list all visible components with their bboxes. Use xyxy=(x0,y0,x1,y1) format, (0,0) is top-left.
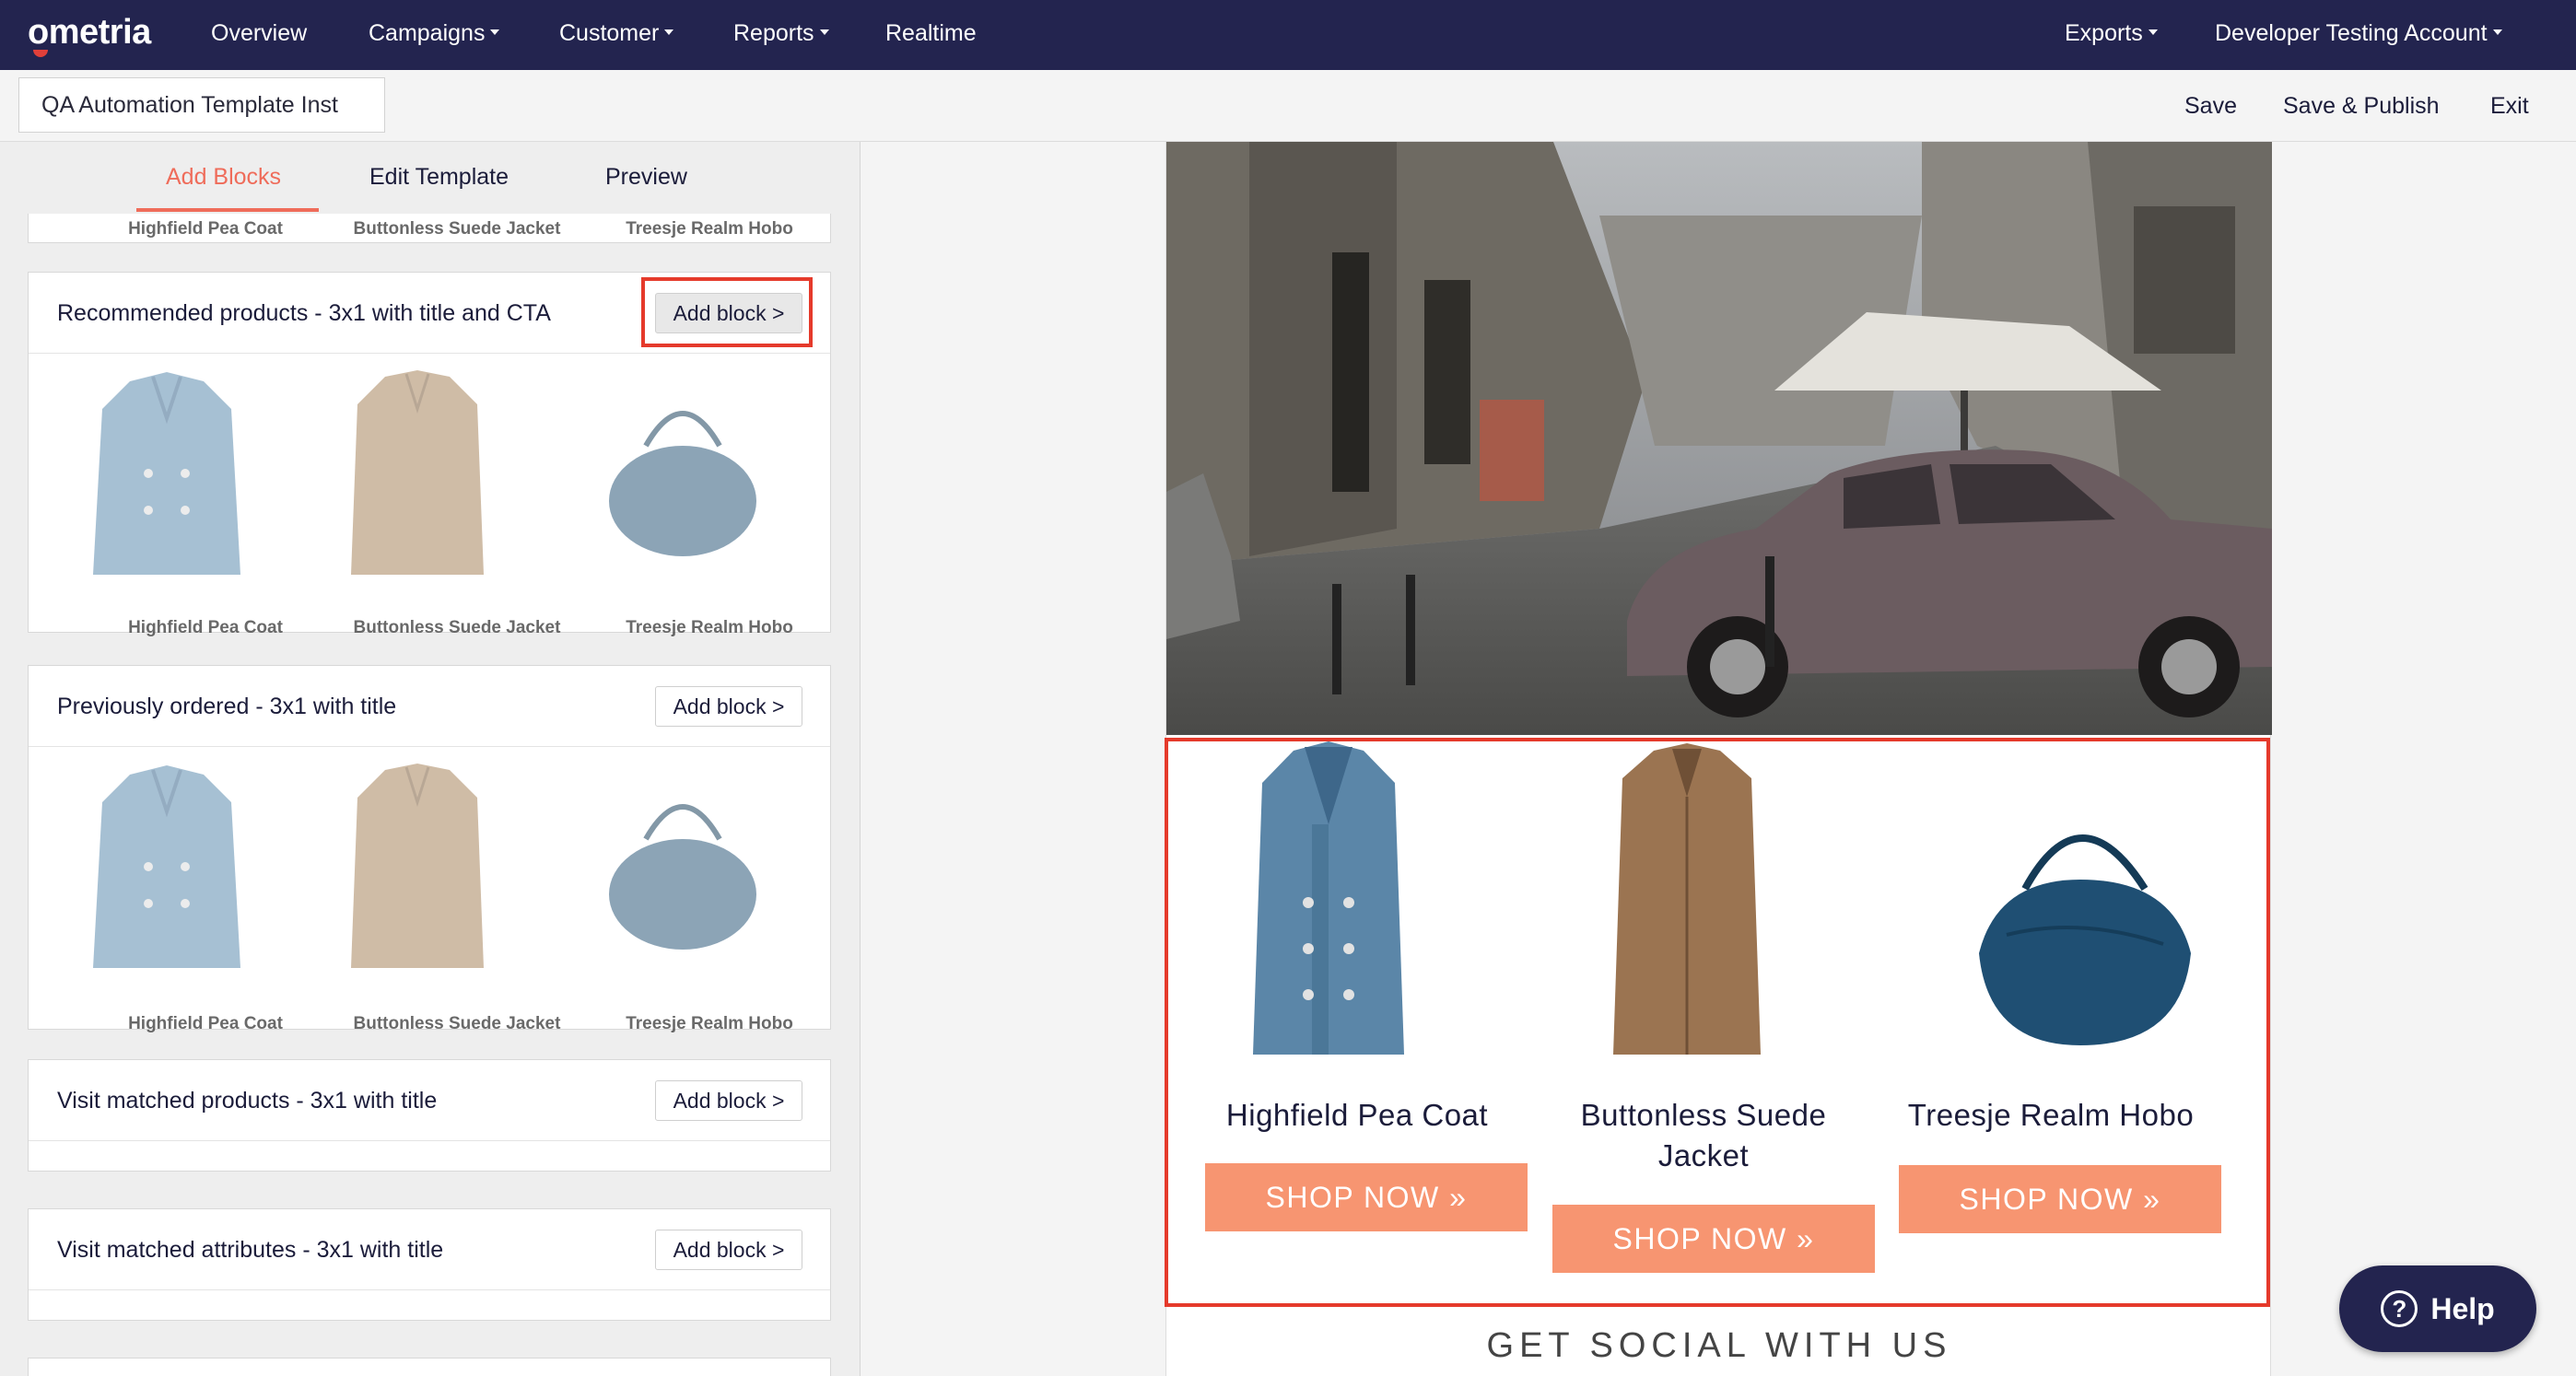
nav-campaigns[interactable]: Campaigns xyxy=(369,20,500,47)
block-card-visit-matched-products: Visit matched products - 3x1 with title … xyxy=(28,1059,831,1172)
blocks-panel: Add Blocks Edit Template Preview Highfie… xyxy=(0,142,861,1376)
ometria-logo[interactable]: ometria xyxy=(28,13,151,57)
help-button[interactable]: ? Help xyxy=(2339,1265,2536,1352)
chevron-down-icon xyxy=(2492,29,2502,36)
pea-coat-image xyxy=(1253,741,1404,1055)
account-label: Developer Testing Account xyxy=(2215,20,2488,46)
question-icon: ? xyxy=(2381,1290,2418,1327)
suede-jacket-image xyxy=(1613,743,1761,1055)
recommended-products-block[interactable]: Highfield Pea Coat Buttonless Suede Jack… xyxy=(1165,738,2270,1307)
product-caption: Buttonless Suede Jacket xyxy=(353,1014,561,1033)
chevron-down-icon xyxy=(2148,29,2158,36)
logo-text: ometria xyxy=(28,13,151,52)
nav-reports[interactable]: Reports xyxy=(733,20,829,47)
top-navigation: ometria Overview Campaigns Customer Repo… xyxy=(0,0,2576,70)
chevron-down-icon xyxy=(664,29,674,36)
product-caption: Treesje Realm Hobo xyxy=(626,219,793,239)
tab-add-blocks[interactable]: Add Blocks xyxy=(166,164,281,191)
hobo-bag-thumbnail xyxy=(609,804,756,950)
panel-tabs: Add Blocks Edit Template Preview xyxy=(0,142,860,214)
shop-now-button[interactable]: SHOP NOW » xyxy=(1899,1165,2221,1233)
tab-edit-template[interactable]: Edit Template xyxy=(369,164,509,191)
hobo-bag-thumbnail xyxy=(609,411,756,556)
block-title: Visit matched attributes - 3x1 with titl… xyxy=(57,1237,444,1263)
editor-toolbar: Save Save & Publish Exit xyxy=(0,70,2576,142)
chevron-down-icon xyxy=(490,29,500,36)
nav-overview-label: Overview xyxy=(211,20,308,46)
nav-reports-label: Reports xyxy=(733,20,814,46)
street-photo xyxy=(1166,142,2272,735)
block-card-partial: Highfield Pea Coat Buttonless Suede Jack… xyxy=(28,214,831,243)
nav-exports[interactable]: Exports xyxy=(2065,20,2158,47)
save-publish-button[interactable]: Save & Publish xyxy=(2283,93,2440,120)
active-tab-indicator xyxy=(136,208,319,212)
suede-jacket-thumbnail xyxy=(351,370,484,575)
chevron-down-icon xyxy=(819,29,829,36)
add-block-button[interactable]: Add block > xyxy=(655,686,802,727)
highlight-box xyxy=(641,277,813,347)
product-caption: Highfield Pea Coat xyxy=(128,618,283,637)
block-title: Visit matched products - 3x1 with title xyxy=(57,1088,438,1114)
template-name-input[interactable] xyxy=(18,77,385,133)
nav-exports-label: Exports xyxy=(2065,20,2143,46)
nav-overview[interactable]: Overview xyxy=(211,20,307,47)
nav-realtime-label: Realtime xyxy=(885,20,977,46)
nav-campaigns-label: Campaigns xyxy=(369,20,486,46)
tab-preview[interactable]: Preview xyxy=(605,164,687,191)
product-caption: Highfield Pea Coat xyxy=(128,1014,283,1033)
block-title: Previously ordered - 3x1 with title xyxy=(57,694,397,719)
nav-customer-label: Customer xyxy=(559,20,660,46)
product-name: Buttonless Suede Jacket xyxy=(1580,1098,1827,1172)
nav-customer[interactable]: Customer xyxy=(559,20,674,47)
block-title: Recommended products - 3x1 with title an… xyxy=(57,300,551,326)
product-name: Highfield Pea Coat xyxy=(1225,1098,1489,1132)
email-template: Highfield Pea Coat Buttonless Suede Jack… xyxy=(1165,142,2272,1376)
product-caption: Buttonless Suede Jacket xyxy=(353,219,561,239)
product-name: Treesje Realm Hobo xyxy=(1907,1098,2195,1132)
block-header: Visit matched products - 3x1 with title … xyxy=(29,1060,830,1141)
block-card-visit-matched-attributes: Visit matched attributes - 3x1 with titl… xyxy=(28,1208,831,1321)
block-card-previously-ordered: Previously ordered - 3x1 with title Add … xyxy=(28,665,831,1033)
add-block-button[interactable]: Add block > xyxy=(655,1080,802,1121)
product-caption: Highfield Pea Coat xyxy=(128,219,283,239)
help-label: Help xyxy=(2430,1291,2495,1325)
exit-button[interactable]: Exit xyxy=(2490,93,2529,120)
pea-coat-thumbnail xyxy=(93,765,240,968)
block-card-partial xyxy=(28,1358,831,1376)
email-canvas: Highfield Pea Coat Buttonless Suede Jack… xyxy=(861,142,2576,1376)
block-header: Visit matched attributes - 3x1 with titl… xyxy=(29,1209,830,1290)
hobo-bag-image xyxy=(1979,834,2191,1045)
suede-jacket-thumbnail xyxy=(351,764,484,968)
product-caption: Treesje Realm Hobo xyxy=(626,1014,793,1033)
save-button[interactable]: Save xyxy=(2184,93,2237,120)
nav-realtime[interactable]: Realtime xyxy=(885,20,977,47)
product-caption: Treesje Realm Hobo xyxy=(626,618,793,637)
pea-coat-thumbnail xyxy=(93,372,240,575)
product-caption: Buttonless Suede Jacket xyxy=(353,618,561,637)
shop-now-button[interactable]: SHOP NOW » xyxy=(1552,1205,1875,1273)
social-heading: GET SOCIAL WITH US xyxy=(1486,1326,1952,1365)
block-header: Previously ordered - 3x1 with title Add … xyxy=(29,666,830,747)
logo-mark xyxy=(33,50,48,57)
shop-now-button[interactable]: SHOP NOW » xyxy=(1205,1163,1528,1231)
account-menu[interactable]: Developer Testing Account xyxy=(2215,20,2502,47)
add-block-button[interactable]: Add block > xyxy=(655,1230,802,1270)
